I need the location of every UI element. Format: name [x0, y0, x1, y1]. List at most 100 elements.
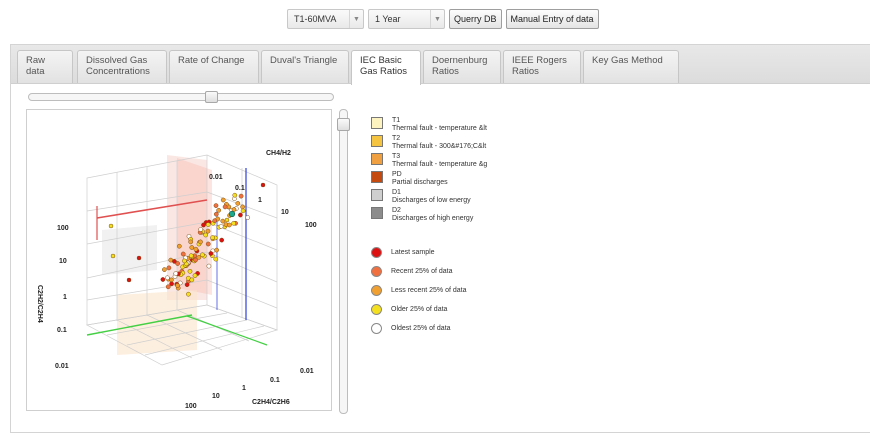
- sample-point: [136, 255, 142, 261]
- c2h2-tick: 100: [57, 225, 69, 232]
- legend-zone-t3[interactable]: T3 Thermal fault - temperature &g: [371, 153, 487, 169]
- legend-sample-oldest[interactable]: Oldest 25% of data: [371, 323, 451, 334]
- sample-point: [235, 201, 241, 206]
- query-db-button[interactable]: Querry DB: [449, 9, 502, 29]
- legend-desc: Partial discharges: [392, 179, 448, 186]
- tab-doernenburg-ratios[interactable]: Doernenburg Ratios: [423, 50, 501, 83]
- legend-swatch: [371, 117, 383, 129]
- c2h4-tick: 100: [185, 403, 197, 410]
- legend-desc: Discharges of high energy: [392, 215, 474, 222]
- legend-desc: Discharges of low energy: [392, 197, 471, 204]
- ch4-tick: 1: [258, 197, 262, 204]
- legend-sample-label: Oldest 25% of data: [391, 324, 451, 332]
- sample-point: [193, 246, 199, 252]
- ch4-tick: 100: [305, 222, 317, 229]
- sample-point: [175, 283, 180, 288]
- legend-zone-d1[interactable]: D1 Discharges of low energy: [371, 189, 471, 205]
- ch4-tick: 0.01: [209, 174, 223, 181]
- sample-point: [182, 258, 187, 264]
- c2h2-tick: 10: [59, 258, 67, 265]
- sample-point: [172, 259, 177, 264]
- sample-point: [205, 222, 211, 227]
- sample-point: [214, 247, 219, 253]
- legend-dot: [371, 266, 382, 277]
- tab-iec-basic-gas-ratios[interactable]: IEC Basic Gas Ratios: [351, 50, 421, 85]
- sample-point-highlight: [228, 210, 236, 218]
- legend-zone-t2[interactable]: T2 Thermal fault - 300&#176;C&lt: [371, 135, 486, 151]
- tab-key-gas-method[interactable]: Key Gas Method: [583, 50, 679, 83]
- sample-point: [240, 204, 245, 210]
- legend-code: D1: [392, 189, 401, 196]
- legend-dot: [371, 304, 382, 315]
- sample-point: [173, 271, 179, 276]
- c2h4-tick: 1: [242, 385, 246, 392]
- tab-ieee-rogers-ratios[interactable]: IEEE Rogers Ratios: [503, 50, 581, 83]
- legend-dot: [371, 285, 382, 296]
- legend-sample-label: Older 25% of data: [391, 305, 448, 313]
- chevron-down-icon[interactable]: ▼: [349, 10, 363, 28]
- sample-point: [176, 243, 182, 249]
- legend-dot: [371, 247, 382, 258]
- sample-point: [169, 281, 174, 287]
- sample-point: [198, 239, 203, 245]
- legend-sample-latest[interactable]: Latest sample: [371, 247, 435, 258]
- sample-point: [189, 245, 195, 250]
- sample-point: [108, 223, 114, 229]
- rotation-slider-vertical[interactable]: [337, 109, 350, 414]
- tab-label: Doernenburg: [432, 55, 488, 66]
- legend-code: T1: [392, 117, 401, 124]
- tab-bar: Raw data Dissolved Gas Concentrations Ra…: [11, 45, 870, 85]
- sample-point: [169, 277, 174, 283]
- legend-sample-less-recent[interactable]: Less recent 25% of data: [371, 285, 467, 296]
- sample-point: [188, 239, 194, 245]
- tab-label-line2: Gas Ratios: [360, 66, 407, 77]
- legend-zone-pd[interactable]: PD Partial discharges: [371, 171, 448, 187]
- sample-point: [165, 275, 170, 281]
- sample-point: [216, 207, 222, 213]
- sample-point: [240, 208, 246, 214]
- tab-label: Dissolved Gas: [86, 55, 148, 66]
- legend-code: D2: [392, 207, 401, 214]
- sample-point: [238, 193, 244, 199]
- sample-point: [226, 222, 232, 228]
- sample-point: [192, 273, 198, 278]
- sample-point: [165, 284, 171, 290]
- tab-label: Duval's Triangle: [270, 55, 338, 66]
- sample-point: [208, 251, 214, 256]
- legend-code: T2: [392, 135, 401, 142]
- ch4-tick: 0.1: [235, 185, 245, 192]
- sample-point: [218, 223, 224, 229]
- tab-rate-of-change[interactable]: Rate of Change: [169, 50, 259, 83]
- sample-point: [232, 192, 238, 198]
- legend-zone-t1[interactable]: T1 Thermal fault - temperature &lt: [371, 117, 487, 133]
- tab-dissolved-gas[interactable]: Dissolved Gas Concentrations: [77, 50, 167, 83]
- legend-sample-recent[interactable]: Recent 25% of data: [371, 266, 453, 277]
- legend-desc: Thermal fault - temperature &g: [392, 161, 488, 168]
- manual-entry-button[interactable]: Manual Entry of data: [505, 9, 599, 29]
- rotation-slider-horizontal[interactable]: [28, 91, 334, 103]
- tab-label: Key Gas Method: [592, 55, 663, 66]
- chevron-down-icon[interactable]: ▼: [430, 10, 444, 28]
- tab-label-line2: Concentrations: [86, 66, 150, 77]
- iec-3d-plot[interactable]: CH4/H2 0.01 0.1 1 10 100 100 10 1 0.1 0.…: [26, 109, 332, 411]
- legend-zone-d2[interactable]: D2 Discharges of high energy: [371, 207, 473, 223]
- legend-desc: Thermal fault - temperature &lt: [392, 125, 487, 132]
- c2h4-tick: 0.01: [300, 368, 314, 375]
- slider-handle[interactable]: [337, 118, 350, 131]
- legend-code: T3: [392, 153, 401, 160]
- legend-swatch: [371, 153, 383, 165]
- tab-raw-data[interactable]: Raw data: [17, 50, 73, 83]
- period-select[interactable]: 1 Year ▼: [368, 9, 445, 29]
- slider-handle[interactable]: [205, 91, 218, 103]
- sample-point: [231, 220, 237, 226]
- transformer-select[interactable]: T1-60MVA ▼: [287, 9, 364, 29]
- axis-title-c2h4-c2h6: C2H4/C2H6: [252, 399, 290, 406]
- sample-point: [212, 218, 218, 224]
- main-panel: Raw data Dissolved Gas Concentrations Ra…: [10, 44, 870, 433]
- c2h2-tick: 0.01: [55, 363, 69, 370]
- tab-duvals-triangle[interactable]: Duval's Triangle: [261, 50, 349, 83]
- legend-sample-older[interactable]: Older 25% of data: [371, 304, 447, 315]
- threshold-line-green: [186, 315, 268, 346]
- sample-point: [203, 232, 209, 238]
- legend-swatch: [371, 171, 383, 183]
